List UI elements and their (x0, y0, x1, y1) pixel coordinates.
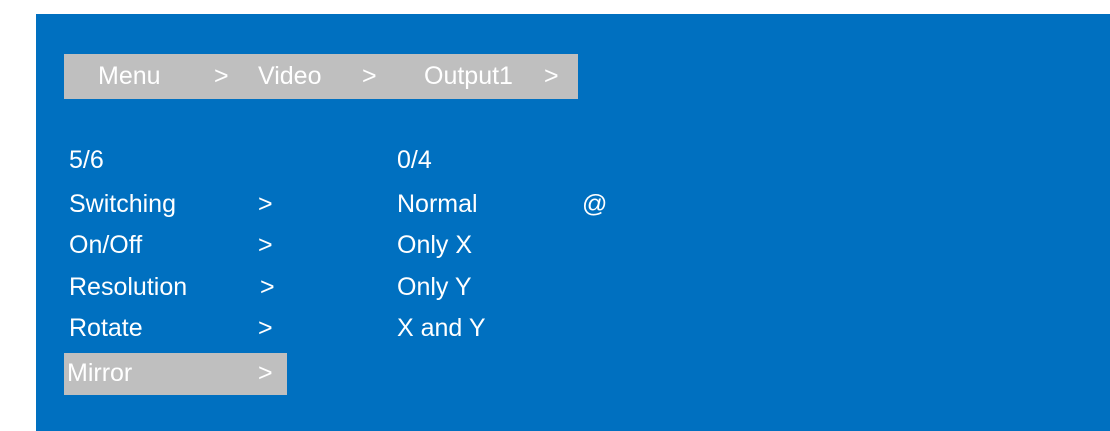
option-only-x[interactable]: Only X (397, 227, 472, 264)
menu-item-switching[interactable]: Switching > (69, 186, 289, 223)
menu-item-rotate[interactable]: Rotate > (69, 310, 289, 347)
right-menu-counter: 0/4 (397, 146, 432, 174)
menu-item-label: On/Off (69, 231, 143, 259)
menu-item-mirror[interactable]: Mirror > (67, 355, 287, 392)
chevron-right-icon: > (258, 314, 273, 342)
option-x-and-y[interactable]: X and Y (397, 310, 486, 347)
breadcrumb-video[interactable]: Video (258, 54, 322, 99)
chevron-right-icon: > (258, 359, 273, 387)
breadcrumb: Menu > Video > Output1 > (64, 54, 578, 99)
current-selection-marker: @ (582, 190, 608, 218)
option-only-y[interactable]: Only Y (397, 269, 472, 306)
breadcrumb-separator: > (214, 62, 229, 90)
left-menu-counter: 5/6 (69, 146, 104, 174)
chevron-right-icon: > (260, 273, 275, 301)
menu-item-resolution[interactable]: Resolution > (69, 269, 289, 306)
breadcrumb-separator: > (362, 62, 377, 90)
breadcrumb-separator: > (544, 62, 559, 90)
menu-item-on-off[interactable]: On/Off > (69, 227, 289, 264)
menu-item-label: Rotate (69, 314, 143, 342)
option-label: Normal (397, 190, 478, 218)
menu-item-label: Resolution (69, 273, 188, 301)
option-normal[interactable]: Normal @ (397, 186, 627, 223)
chevron-right-icon: > (258, 190, 273, 218)
breadcrumb-output1[interactable]: Output1 (424, 54, 513, 99)
osd-menu-screen: Menu > Video > Output1 > 5/6 Switching >… (36, 14, 1110, 431)
menu-item-label: Switching (69, 190, 176, 218)
chevron-right-icon: > (258, 231, 273, 259)
breadcrumb-menu[interactable]: Menu (98, 54, 161, 99)
menu-item-label: Mirror (67, 359, 133, 387)
